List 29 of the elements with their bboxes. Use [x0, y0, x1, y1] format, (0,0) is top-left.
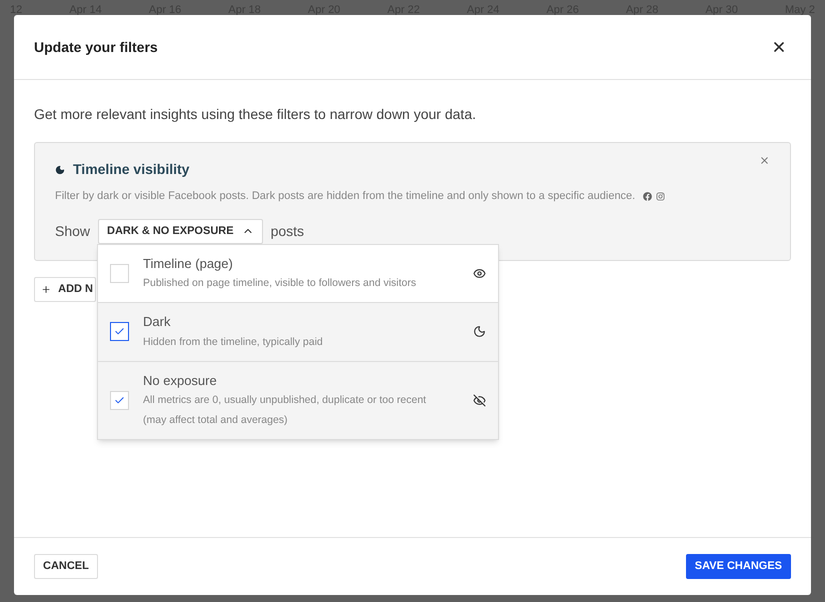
filter-title: Timeline visibility — [73, 160, 190, 179]
option-description: Hidden from the timeline, typically paid — [143, 334, 324, 350]
visibility-select[interactable]: DARK & NO EXPOSURE — [98, 218, 263, 244]
checkbox[interactable] — [110, 322, 129, 342]
intro-text: Get more relevant insights using these filters to narrow down your data. — [34, 105, 477, 124]
dropdown-option[interactable]: Dark Hidden from the timeline, typically paid — [98, 302, 498, 360]
option-description: All metrics are 0, usually unpublished, duplicate or too recent (may affect total and averages) — [143, 393, 428, 428]
close-icon — [759, 155, 770, 166]
eye-icon — [473, 266, 486, 280]
show-label: Show — [55, 222, 90, 240]
option-description: Published on page timeline, visible to followers and visitors — [143, 276, 418, 291]
dialog-title: Update your filters — [34, 38, 158, 57]
dropdown-option[interactable]: No exposure All metrics are 0, usually unpublished, duplicate or too recent (may affect total and averages) — [98, 360, 498, 439]
option-label: Timeline (page) — [143, 254, 234, 273]
eye-off-icon — [473, 394, 486, 407]
close-icon — [771, 39, 787, 55]
filter-description: Filter by dark or visible Facebook posts. Dark posts are hidden from the timeline and only shown to a specific audience. — [55, 189, 636, 204]
cancel-button[interactable]: CANCEL — [34, 554, 98, 579]
check-icon — [114, 394, 125, 406]
moon-icon — [473, 325, 486, 338]
instagram-icon — [656, 192, 666, 201]
option-label: No exposure — [143, 372, 218, 390]
add-filter-button[interactable]: ADD N — [34, 276, 96, 302]
facebook-icon — [643, 192, 652, 201]
option-label: Dark — [143, 313, 172, 331]
moon-icon — [55, 164, 65, 174]
save-button[interactable]: SAVE CHANGES — [686, 554, 791, 579]
posts-label: posts — [270, 222, 304, 241]
dropdown-option[interactable]: Timeline (page) Published on page timeline, visible to followers and visitors — [98, 244, 498, 302]
